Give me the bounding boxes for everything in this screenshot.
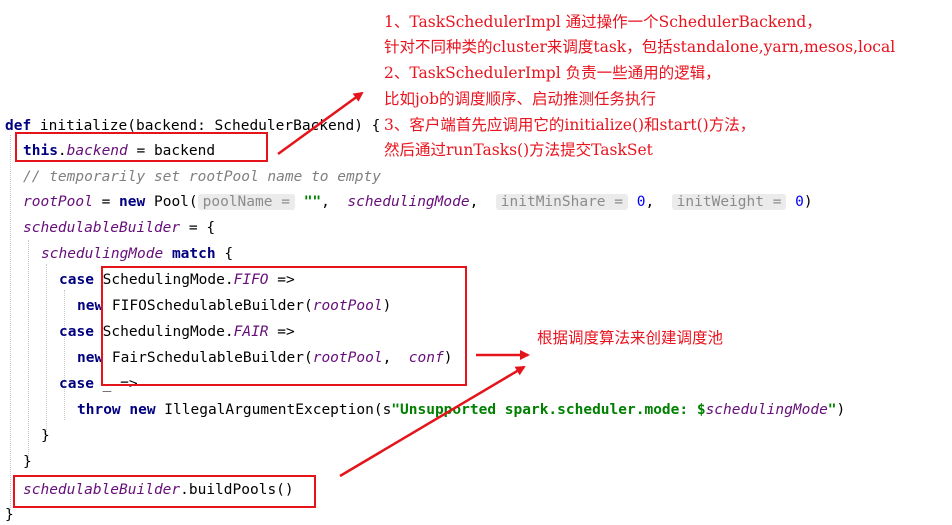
annotation-note-1b: 针对不同种类的cluster来调度task，包括standalone,yarn,… bbox=[384, 38, 896, 56]
code-editor: def initialize(backend: SchedulerBackend… bbox=[0, 0, 952, 525]
annotation-note-3: 3、客户端首先应调用它的initialize()和start()方法， bbox=[384, 116, 756, 134]
annotation-note-2: 2、TaskSchedulerImpl 负责一些通用的逻辑， bbox=[384, 64, 721, 82]
annotation-note-2b: 比如job的调度顺序、启动推测任务执行 bbox=[384, 90, 657, 108]
annotation-note-1: 1、TaskSchedulerImpl 通过操作一个SchedulerBacke… bbox=[384, 13, 822, 31]
annotation-note-pool: 根据调度算法来创建调度池 bbox=[537, 329, 724, 347]
arrow-to-top-note bbox=[277, 91, 364, 156]
arrow-from-buildpools bbox=[339, 365, 526, 478]
annotation-note-3b: 然后通过runTasks()方法提交TaskSet bbox=[384, 141, 653, 159]
